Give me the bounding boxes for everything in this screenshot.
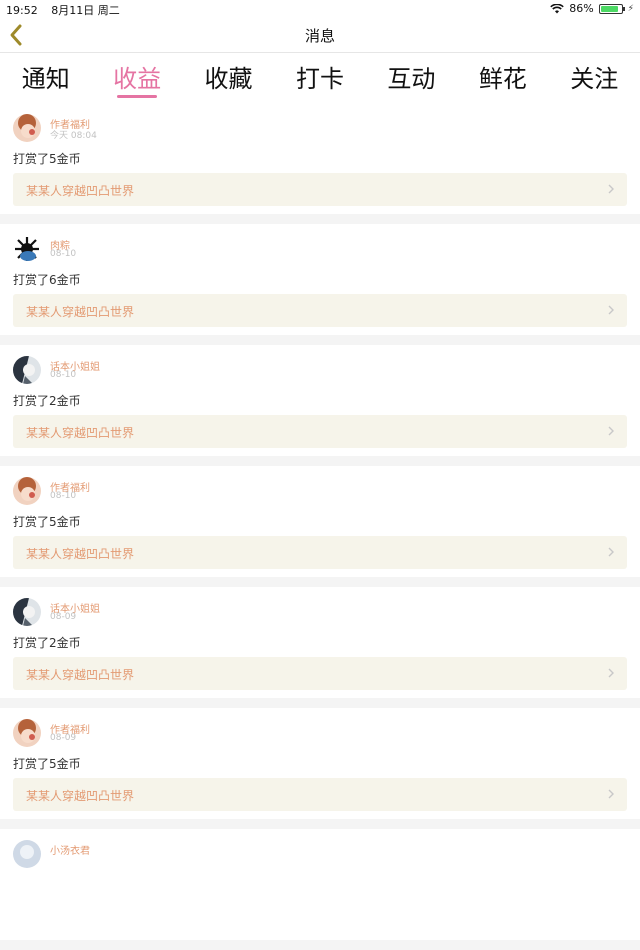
tab-bar: 通知 收益 收藏 打卡 互动 鲜花 关注 xyxy=(0,53,640,103)
book-link[interactable]: 某某人穿越凹凸世界 xyxy=(13,415,627,448)
wifi-icon xyxy=(550,3,564,13)
reward-text: 打赏了2金币 xyxy=(13,394,81,408)
tab-favorites[interactable]: 收藏 xyxy=(194,53,264,94)
book-title: 某某人穿越凹凸世界 xyxy=(26,547,135,561)
avatar[interactable] xyxy=(13,598,41,626)
book-title: 某某人穿越凹凸世界 xyxy=(26,305,135,319)
reward-text: 打赏了2金币 xyxy=(13,636,81,650)
status-time: 19:52 xyxy=(6,4,38,17)
avatar[interactable] xyxy=(13,477,41,505)
book-title: 某某人穿越凹凸世界 xyxy=(26,668,135,682)
tab-interactions[interactable]: 互动 xyxy=(376,53,446,94)
nav-bar: 消息 xyxy=(0,17,640,53)
timestamp: 08-10 xyxy=(50,249,77,259)
timestamp: 08-10 xyxy=(50,491,77,501)
chevron-right-icon xyxy=(608,426,614,436)
book-title: 某某人穿越凹凸世界 xyxy=(26,426,135,440)
list-item: 话本小姐姐 08-10 打赏了2金币 某某人穿越凹凸世界 xyxy=(0,345,640,456)
battery-icon xyxy=(598,3,625,14)
tab-flowers[interactable]: 鲜花 xyxy=(468,53,538,94)
list-item: 肉粽 08-10 打赏了6金币 某某人穿越凹凸世界 xyxy=(0,224,640,335)
timestamp: 08-09 xyxy=(50,612,77,622)
status-bar: 19:52 8月11日 周二 86% ⚡ xyxy=(0,0,640,17)
timestamp: 08-09 xyxy=(50,733,77,743)
timestamp: 08-10 xyxy=(50,370,77,380)
chevron-right-icon xyxy=(608,305,614,315)
avatar[interactable] xyxy=(13,719,41,747)
charging-icon: ⚡ xyxy=(627,3,634,14)
chevron-right-icon xyxy=(608,547,614,557)
list-item: 小汤衣君 xyxy=(0,829,640,940)
chevron-right-icon xyxy=(608,789,614,799)
book-link[interactable]: 某某人穿越凹凸世界 xyxy=(13,173,627,206)
tab-checkin[interactable]: 打卡 xyxy=(285,53,355,94)
book-link[interactable]: 某某人穿越凹凸世界 xyxy=(13,294,627,327)
tab-notifications[interactable]: 通知 xyxy=(11,53,81,94)
battery-percent: 86% xyxy=(569,2,594,15)
list-item: 话本小姐姐 08-09 打赏了2金币 某某人穿越凹凸世界 xyxy=(0,587,640,698)
chevron-right-icon xyxy=(608,184,614,194)
avatar[interactable] xyxy=(13,840,41,868)
list-item: 作者福利 今天 08:04 打赏了5金币 某某人穿越凹凸世界 xyxy=(0,103,640,214)
book-link[interactable]: 某某人穿越凹凸世界 xyxy=(13,536,627,569)
status-date: 8月11日 周二 xyxy=(51,4,120,17)
reward-text: 打赏了5金币 xyxy=(13,152,81,166)
chevron-right-icon xyxy=(608,668,614,678)
tab-earnings[interactable]: 收益 xyxy=(102,53,172,98)
book-title: 某某人穿越凹凸世界 xyxy=(26,184,135,198)
reward-text: 打赏了5金币 xyxy=(13,515,81,529)
book-link[interactable]: 某某人穿越凹凸世界 xyxy=(13,778,627,811)
book-link[interactable]: 某某人穿越凹凸世界 xyxy=(13,657,627,690)
user-name[interactable]: 小汤衣君 xyxy=(50,842,90,857)
avatar[interactable] xyxy=(13,114,41,142)
reward-text: 打赏了6金币 xyxy=(13,273,81,287)
avatar[interactable] xyxy=(13,235,41,263)
book-title: 某某人穿越凹凸世界 xyxy=(26,789,135,803)
list-item: 作者福利 08-10 打赏了5金币 某某人穿越凹凸世界 xyxy=(0,466,640,577)
timestamp: 今天 08:04 xyxy=(50,131,97,141)
active-tab-indicator xyxy=(117,95,158,98)
avatar[interactable] xyxy=(13,356,41,384)
list-item: 作者福利 08-09 打赏了5金币 某某人穿越凹凸世界 xyxy=(0,708,640,819)
page-title: 消息 xyxy=(304,27,335,45)
reward-feed: 作者福利 今天 08:04 打赏了5金币 某某人穿越凹凸世界 肉粽 08-10 … xyxy=(0,103,640,950)
reward-text: 打赏了5金币 xyxy=(13,757,81,771)
tab-follows[interactable]: 关注 xyxy=(559,53,629,94)
